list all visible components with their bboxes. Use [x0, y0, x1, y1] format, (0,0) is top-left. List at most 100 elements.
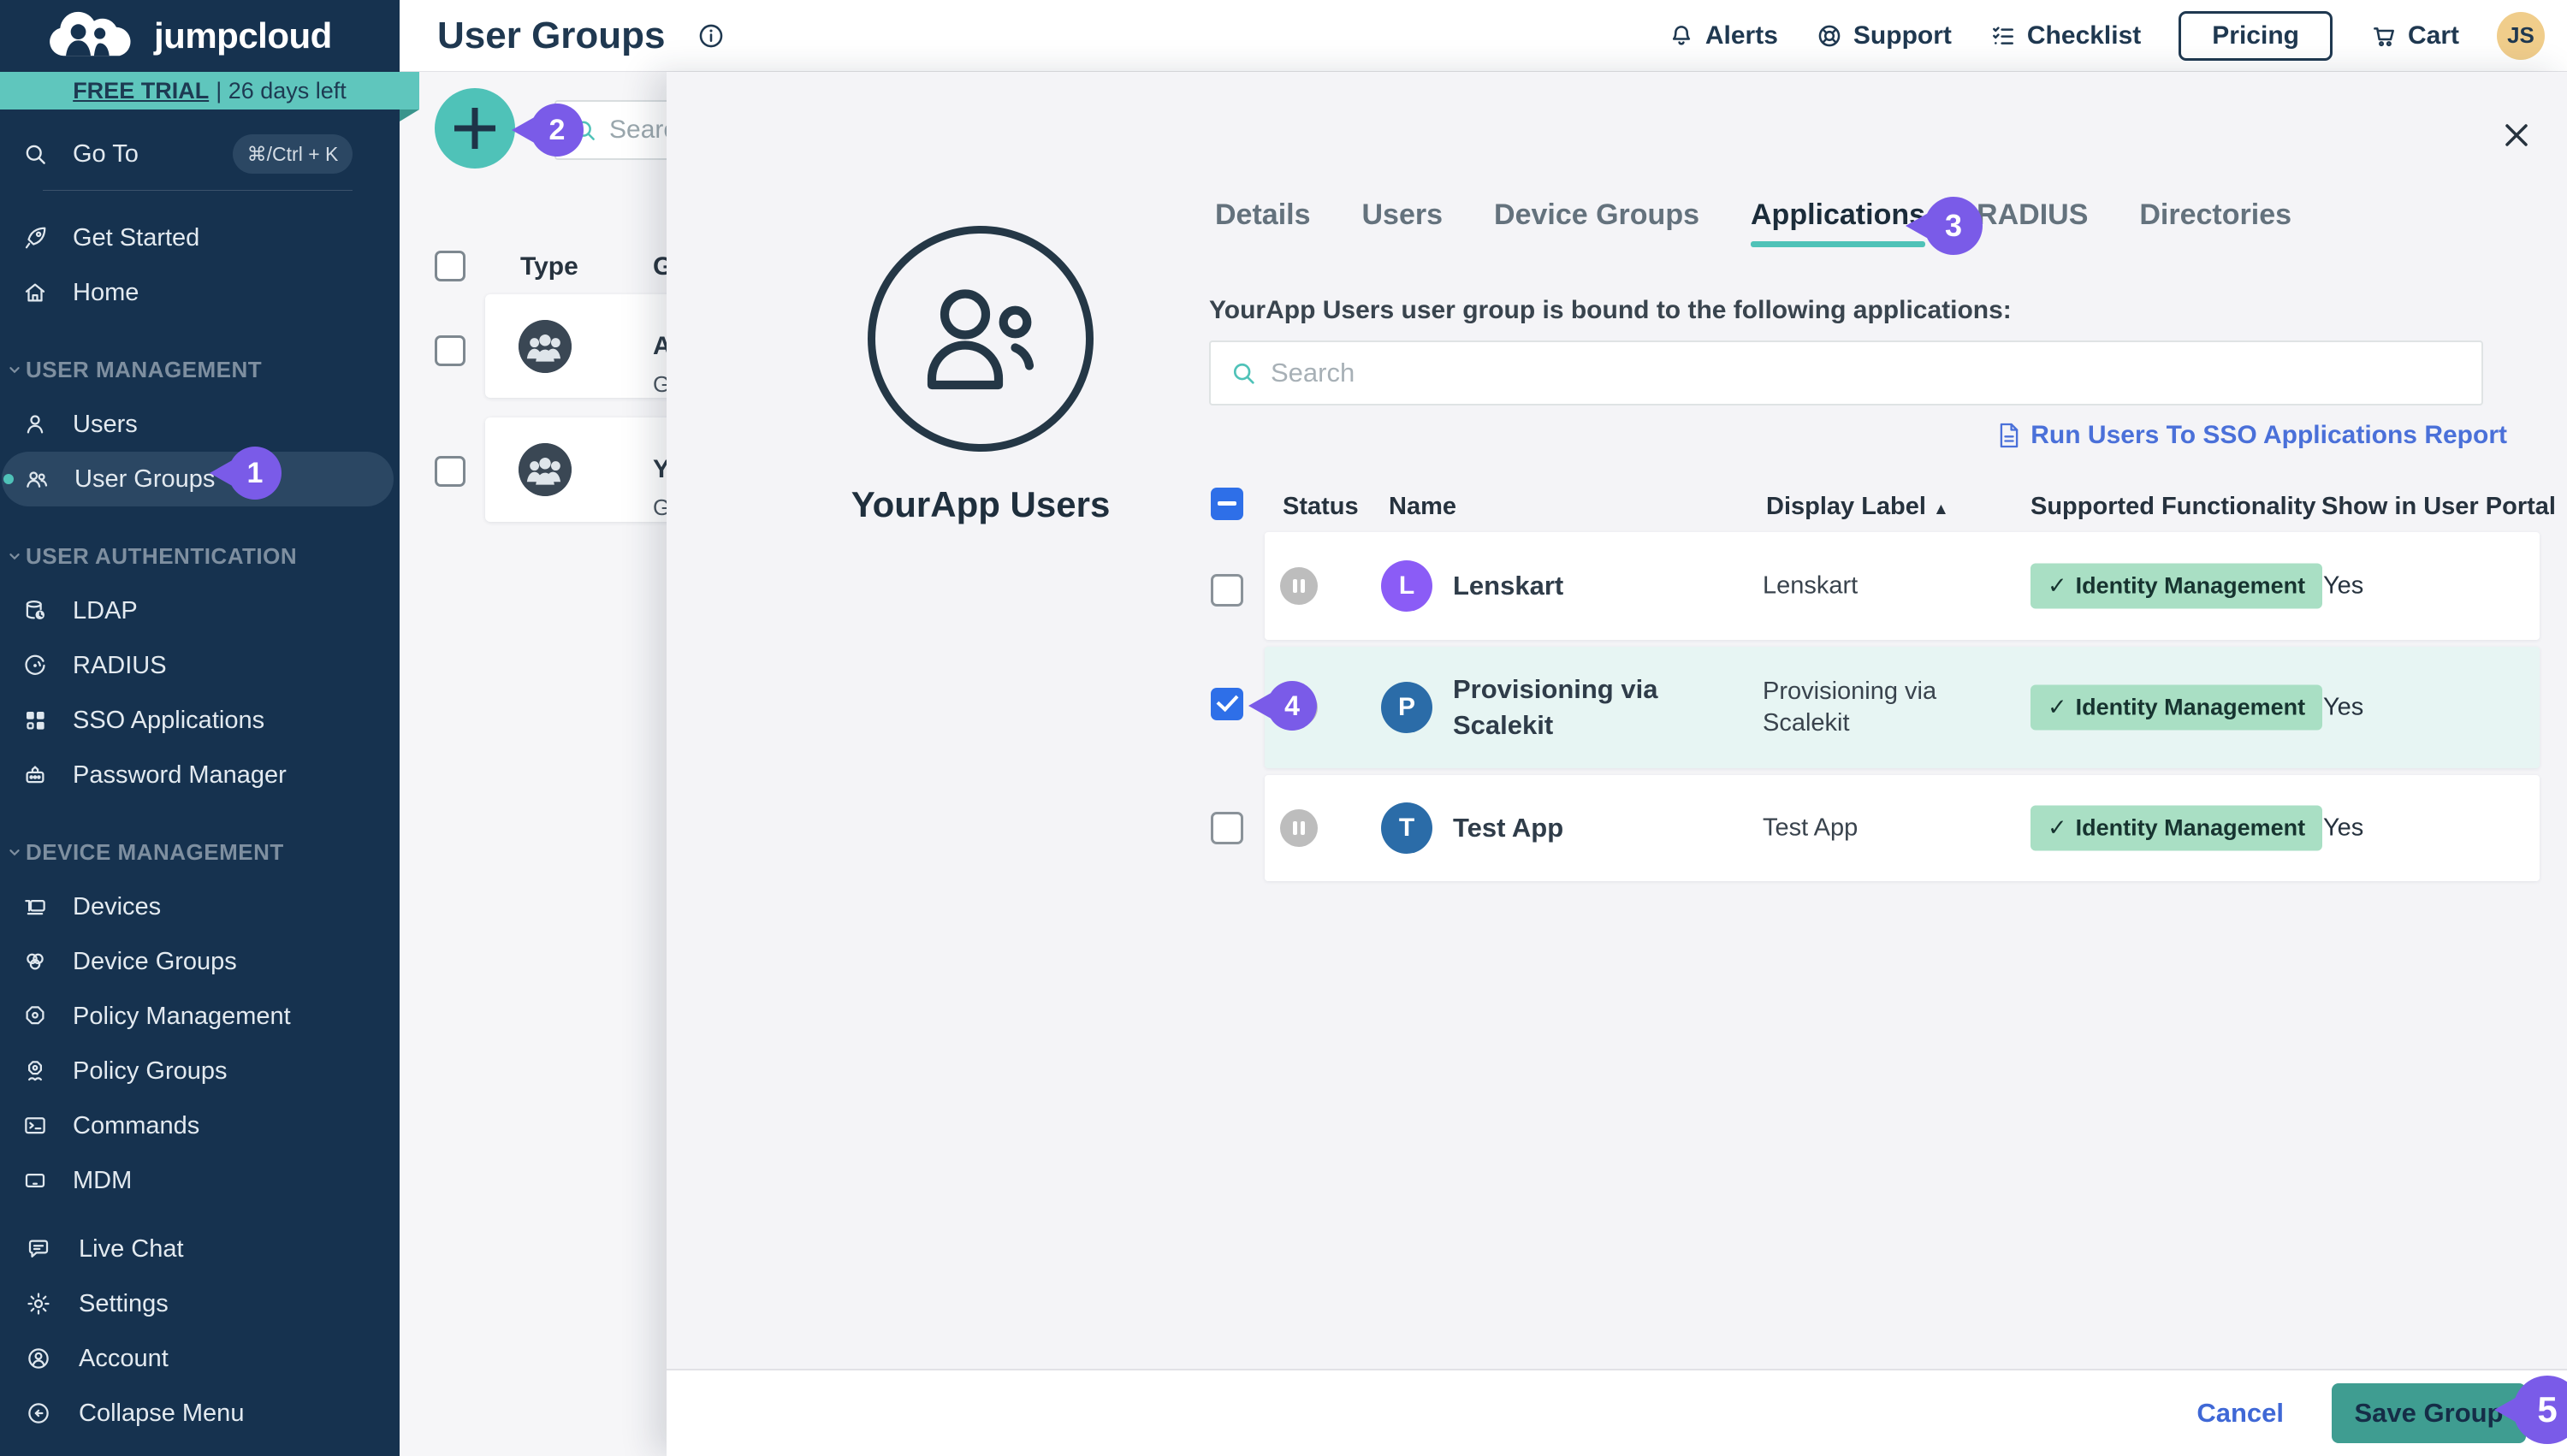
column-header-type[interactable]: Type	[520, 252, 578, 281]
sidebar-item-label: Settings	[79, 1289, 169, 1317]
column-header-status[interactable]: Status	[1283, 493, 1359, 521]
user-avatar[interactable]: JS	[2497, 11, 2545, 60]
application-row[interactable]: T Test App Test App ✓ Identity Management…	[1265, 775, 2540, 881]
group-avatar	[519, 443, 572, 496]
application-row-checkbox[interactable]	[1211, 574, 1243, 607]
section-label: DEVICE MANAGEMENT	[26, 838, 284, 865]
select-all-applications-checkbox[interactable]	[1211, 488, 1243, 520]
support-button[interactable]: Support	[1816, 21, 1952, 50]
sidebar-item-label: Password Manager	[73, 761, 287, 789]
device-groups-icon	[22, 949, 48, 974]
radius-radar-icon	[22, 653, 48, 678]
sidebar-section-user-authentication[interactable]: USER AUTHENTICATION	[0, 529, 400, 583]
application-row-checkbox[interactable]	[1211, 688, 1243, 720]
sidebar-item-user-groups[interactable]: User Groups	[2, 452, 394, 506]
group-row-checkbox[interactable]	[435, 335, 465, 366]
tab-details[interactable]: Details	[1215, 198, 1311, 247]
alerts-button[interactable]: Alerts	[1668, 21, 1778, 50]
sidebar-item-collapse-menu[interactable]: Collapse Menu	[0, 1386, 400, 1441]
column-header-display-label[interactable]: Display Label ▲	[1766, 493, 1949, 521]
application-row[interactable]: L Lenskart Lenskart ✓ Identity Management…	[1265, 532, 2540, 640]
tab-radius[interactable]: RADIUS	[1977, 198, 2088, 247]
tab-users[interactable]: Users	[1362, 198, 1444, 247]
sidebar-item-label: User Groups	[74, 465, 216, 493]
free-trial-banner[interactable]: FREE TRIAL | 26 days left	[0, 72, 419, 109]
sidebar-item-device-groups[interactable]: Device Groups	[0, 934, 400, 989]
sidebar-item-settings[interactable]: Settings	[0, 1276, 400, 1331]
close-icon[interactable]	[2498, 116, 2535, 154]
terminal-icon	[22, 1113, 48, 1139]
annotation-badge-4: 4	[1267, 681, 1317, 731]
pricing-button[interactable]: Pricing	[2179, 10, 2333, 61]
goto-search[interactable]: Go To ⌘/Ctrl + K	[0, 125, 400, 183]
run-report-label: Run Users To SSO Applications Report	[2030, 421, 2507, 449]
chevron-down-icon	[5, 843, 24, 861]
functionality-label: Identity Management	[2075, 572, 2306, 599]
tab-directories[interactable]: Directories	[2139, 198, 2291, 247]
sidebar-item-password-manager[interactable]: Password Manager	[0, 748, 400, 802]
sidebar-item-label: Home	[73, 278, 139, 306]
sidebar-item-label: Devices	[73, 892, 162, 920]
functionality-badge: ✓ Identity Management	[2030, 684, 2323, 731]
rocket-icon	[22, 225, 48, 251]
search-icon	[1230, 359, 1257, 387]
jumpcloud-logo[interactable]: jumpcloud	[41, 9, 332, 63]
sidebar-item-live-chat[interactable]: Live Chat	[0, 1222, 400, 1276]
info-icon[interactable]	[697, 21, 726, 50]
run-report-link[interactable]: Run Users To SSO Applications Report	[1998, 421, 2507, 450]
sidebar-item-label: Collapse Menu	[79, 1399, 245, 1427]
cart-button[interactable]: Cart	[2370, 21, 2459, 50]
home-icon	[22, 280, 48, 305]
sidebar-item-home[interactable]: Home	[0, 265, 400, 320]
trial-banner-fold	[400, 109, 419, 121]
group-row-checkbox[interactable]	[435, 456, 465, 487]
sidebar-section-user-management[interactable]: USER MANAGEMENT	[0, 342, 400, 397]
sidebar-item-users[interactable]: Users	[0, 397, 400, 452]
sidebar-item-mdm[interactable]: MDM	[0, 1153, 400, 1208]
show-in-portal-value: Yes	[2323, 693, 2364, 721]
application-display-label: Provisioning via Scalekit	[1763, 678, 1937, 737]
column-header-portal[interactable]: Show in User Portal	[2321, 493, 2556, 521]
cancel-button[interactable]: Cancel	[2196, 1398, 2284, 1429]
cart-icon	[2370, 22, 2398, 50]
sidebar-item-label: Users	[73, 410, 138, 438]
sidebar-section-device-management[interactable]: DEVICE MANAGEMENT	[0, 825, 400, 879]
active-indicator-dot	[3, 474, 14, 484]
page-title: User Groups	[437, 14, 666, 56]
checklist-icon	[1989, 22, 2017, 50]
chevron-down-icon	[5, 360, 24, 379]
group-summary: YourApp Users	[801, 226, 1160, 525]
sidebar-item-devices[interactable]: Devices	[0, 879, 400, 934]
alerts-label: Alerts	[1704, 21, 1778, 50]
sidebar-item-radius[interactable]: RADIUS	[0, 638, 400, 693]
column-header-functionality[interactable]: Supported Functionality	[2030, 493, 2316, 521]
sidebar-item-account[interactable]: Account	[0, 1331, 400, 1386]
sidebar-item-label: RADIUS	[73, 651, 167, 679]
application-avatar: T	[1381, 802, 1432, 854]
sidebar-item-ldap[interactable]: LDAP	[0, 583, 400, 638]
column-header-name[interactable]: Name	[1389, 493, 1456, 521]
application-row[interactable]: P Provisioning via Scalekit Provisioning…	[1265, 647, 2540, 768]
collapse-arrow-icon	[26, 1400, 51, 1426]
application-name: Lenskart	[1453, 571, 1564, 601]
sidebar-item-sso-applications[interactable]: SSO Applications	[0, 693, 400, 748]
add-group-button[interactable]	[435, 88, 515, 169]
checklist-button[interactable]: Checklist	[1989, 21, 2141, 50]
tab-applications[interactable]: Applications	[1751, 198, 1926, 247]
sidebar-item-commands[interactable]: Commands	[0, 1098, 400, 1153]
tab-device-groups[interactable]: Device Groups	[1494, 198, 1699, 247]
check-icon: ✓	[2048, 694, 2067, 720]
select-all-groups-checkbox[interactable]	[435, 251, 465, 281]
sidebar-item-get-started[interactable]: Get Started	[0, 210, 400, 265]
applications-search-input[interactable]	[1211, 358, 2481, 388]
account-person-icon	[26, 1346, 51, 1371]
sidebar-item-label: LDAP	[73, 596, 138, 624]
check-icon: ✓	[2048, 572, 2067, 599]
bell-icon	[1668, 22, 1695, 50]
checklist-label: Checklist	[2026, 21, 2142, 50]
sidebar-item-policy-groups[interactable]: Policy Groups	[0, 1044, 400, 1098]
chat-bubble-icon	[26, 1236, 51, 1262]
application-row-checkbox[interactable]	[1211, 812, 1243, 844]
sidebar-item-policy-management[interactable]: Policy Management	[0, 989, 400, 1044]
trial-highlight: FREE TRIAL	[73, 77, 210, 104]
